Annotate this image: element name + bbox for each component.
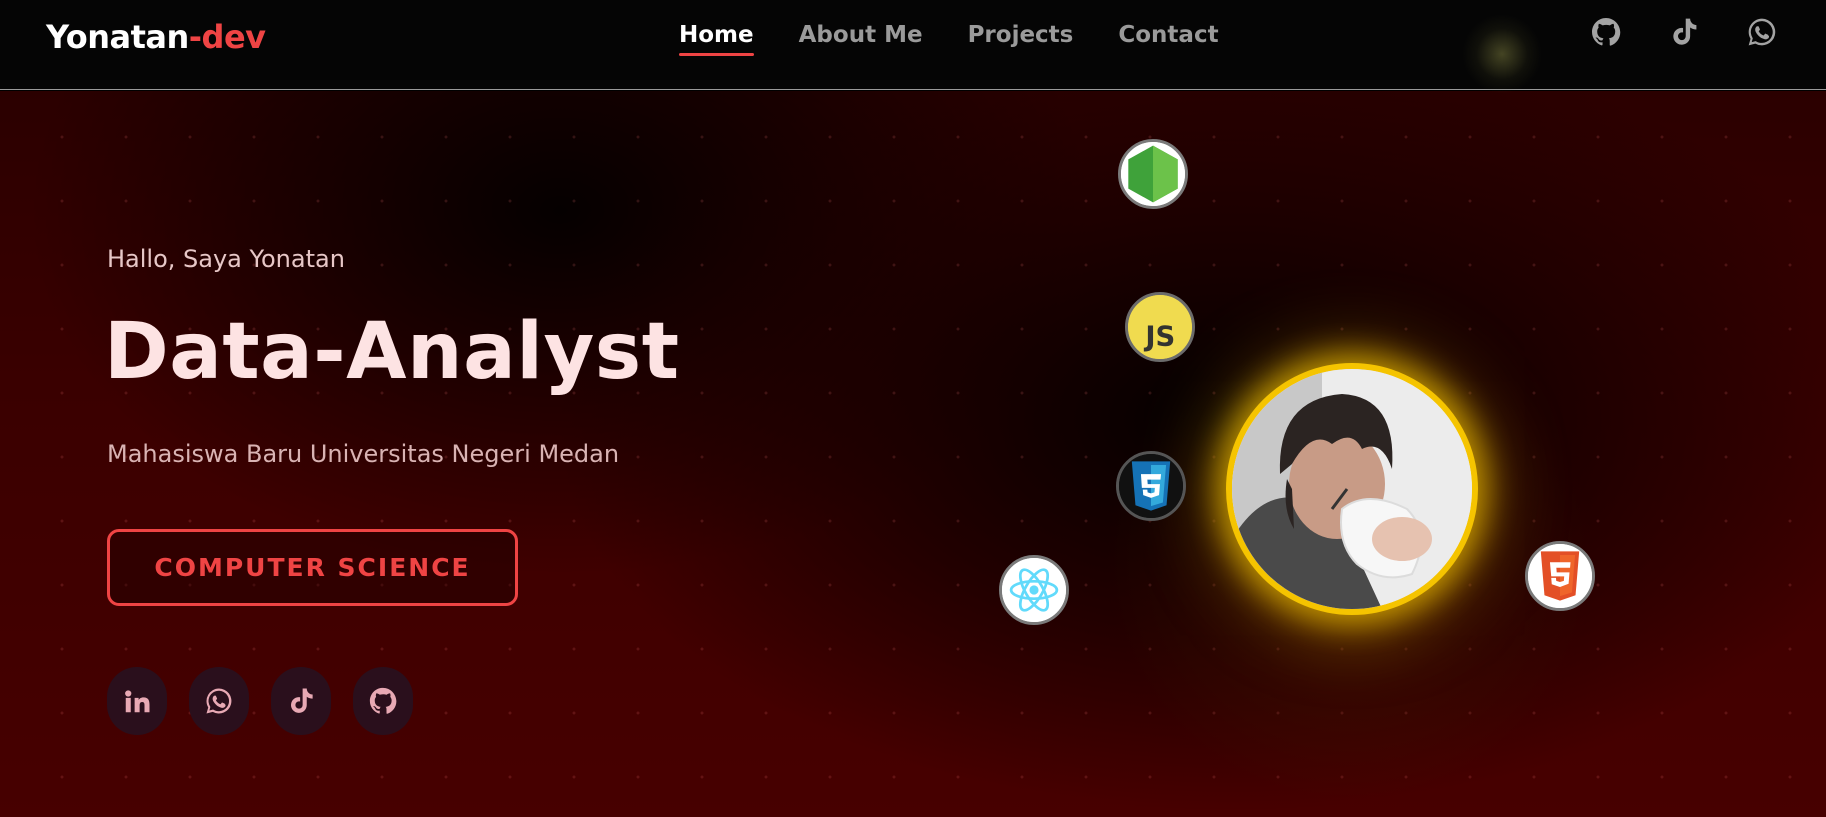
- javascript-icon-label: JS: [1143, 321, 1175, 352]
- nav-link-contact[interactable]: Contact: [1118, 22, 1218, 56]
- nav-link-home[interactable]: Home: [679, 22, 754, 56]
- hero-greeting: Hallo, Saya Yonatan: [107, 245, 345, 273]
- nav-links: Home About Me Projects Contact: [679, 22, 1219, 56]
- tiktok-icon[interactable]: [271, 667, 331, 735]
- profile-photo: [1232, 369, 1472, 609]
- logo-accent: -dev: [188, 18, 266, 56]
- github-icon[interactable]: [353, 667, 413, 735]
- hero-social-links: [107, 667, 413, 735]
- whatsapp-icon[interactable]: [1744, 14, 1780, 50]
- linkedin-icon[interactable]: [107, 667, 167, 735]
- navbar: Yonatan-dev Home About Me Projects Conta…: [0, 0, 1826, 94]
- react-icon: [999, 555, 1069, 625]
- css3-icon: [1116, 451, 1186, 521]
- nav-link-projects[interactable]: Projects: [968, 22, 1074, 56]
- logo[interactable]: Yonatan-dev: [46, 18, 266, 56]
- hero-section: Hallo, Saya Yonatan Data-Analyst Mahasis…: [0, 91, 1826, 817]
- hero-subtitle: Mahasiswa Baru Universitas Negeri Medan: [107, 440, 620, 468]
- whatsapp-icon[interactable]: [189, 667, 249, 735]
- nodejs-icon: [1118, 139, 1188, 209]
- nav-link-about[interactable]: About Me: [799, 22, 923, 56]
- tiktok-icon[interactable]: [1666, 14, 1702, 50]
- logo-main: Yonatan: [46, 18, 189, 56]
- nav-social-icons: [1588, 14, 1780, 50]
- nav-glow-decoration: [1462, 14, 1542, 94]
- html5-icon: [1525, 541, 1595, 611]
- javascript-icon: JS: [1125, 292, 1195, 362]
- github-icon[interactable]: [1588, 14, 1624, 50]
- hero-headline: Data-Analyst: [104, 307, 680, 397]
- profile-photo-ring: [1226, 363, 1478, 615]
- computer-science-button[interactable]: COMPUTER SCIENCE: [107, 529, 518, 606]
